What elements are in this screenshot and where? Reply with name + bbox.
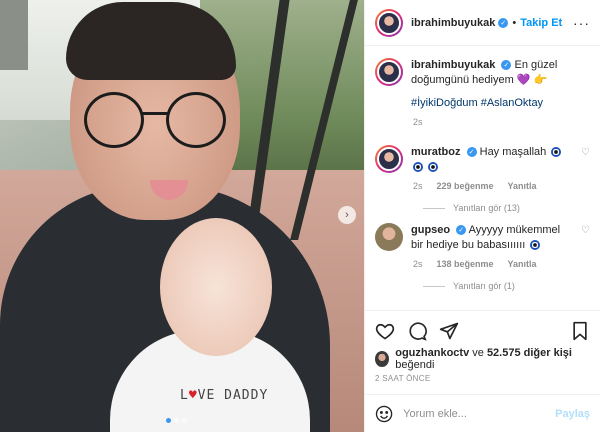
view-replies-label[interactable]: Yanıtları gör (1) [453, 281, 515, 291]
comment-text: Hay maşallah [479, 146, 547, 158]
comment-username[interactable]: gupseo [411, 224, 450, 236]
likes-summary: oguzhankoctv ve 52.575 diğer kişi beğend… [365, 347, 600, 371]
post-sidebar: ibrahimbuyukak ✓ • Takip Et ··· ibrahimb… [364, 0, 600, 432]
evil-eye-icon [413, 162, 423, 173]
photo-glasses [84, 92, 230, 158]
comment-item: gupseo ✓ Ayyyyy mükemmel bir hediye bu b… [375, 223, 590, 253]
carousel-dot [174, 418, 179, 423]
carousel-next-button[interactable]: › [338, 206, 356, 224]
liker-username[interactable]: oguzhankoctv [395, 347, 469, 359]
comment-like-icon[interactable]: ♡ [581, 223, 590, 236]
emoji-icon[interactable] [375, 404, 393, 424]
separator-dot: • [512, 16, 517, 29]
comment-body: muratboz ✓ Hay maşallah [411, 145, 573, 175]
caption-avatar[interactable] [375, 58, 403, 86]
heart-icon[interactable] [375, 321, 395, 341]
caption-username[interactable]: ibrahimbuyukak [411, 59, 495, 71]
bookmark-icon[interactable] [570, 321, 590, 341]
onesie-print: L♥VE DADDY [180, 388, 268, 403]
share-icon[interactable] [439, 321, 459, 341]
comment-time: 2s [413, 259, 423, 269]
comment-list: ibrahimbuyukak ✓ En güzel doğumgünü hedi… [365, 46, 600, 310]
onesie-letter: L [180, 388, 189, 403]
onesie-word: VE DADDY [197, 388, 269, 403]
evil-eye-icon [551, 147, 562, 158]
comment-body: gupseo ✓ Ayyyyy mükemmel bir hediye bu b… [411, 223, 573, 253]
photo-pillar [0, 0, 28, 70]
reply-button[interactable]: Yanıtla [508, 181, 537, 191]
more-options-icon[interactable]: ··· [573, 15, 590, 31]
liker-avatar[interactable] [375, 351, 390, 367]
post-photo[interactable]: L♥VE DADDY › [0, 0, 364, 432]
comment-likes[interactable]: 229 beğenme [437, 181, 494, 191]
pointing-hand-icon: 👉 [533, 74, 548, 86]
caption-hashtags[interactable]: #İyikiDoğdum #AslanOktay [411, 96, 590, 111]
onesie-heart: ♥ [188, 388, 198, 403]
photo-baby-face [160, 218, 272, 356]
glasses-bridge [142, 112, 168, 115]
comment-meta: 2s 229 beğenme Yanıtla [413, 181, 590, 191]
comment-likes[interactable]: 138 beğenme [437, 259, 494, 269]
view-replies[interactable]: Yanıtları gör (1) [423, 281, 590, 291]
purple-heart-icon: 💜 [516, 74, 531, 86]
evil-eye-icon [428, 162, 439, 173]
comment-like-icon[interactable]: ♡ [581, 145, 590, 158]
author-username[interactable]: ibrahimbuyukak [411, 17, 495, 29]
comment-composer: Paylaş [365, 394, 600, 432]
caption: ibrahimbuyukak ✓ En güzel doğumgünü hedi… [375, 58, 590, 111]
verified-badge-icon: ✓ [498, 17, 509, 28]
comment-item: muratboz ✓ Hay maşallah ♡ [375, 145, 590, 175]
verified-badge-icon: ✓ [456, 225, 467, 236]
replies-line [423, 207, 445, 209]
evil-eye-icon [530, 240, 541, 251]
post-header: ibrahimbuyukak ✓ • Takip Et ··· [365, 0, 600, 46]
chevron-right-icon: › [345, 209, 349, 221]
comment-time: 2s [413, 181, 423, 191]
comment-input[interactable] [403, 407, 546, 420]
reply-button[interactable]: Yanıtla [508, 259, 537, 269]
likes-others[interactable]: 52.575 diğer kişi [487, 347, 572, 359]
post-modal: L♥VE DADDY › ibrahimbuyukak ✓ • Takip Et… [0, 0, 600, 432]
replies-line [423, 285, 445, 287]
likes-connector: ve [472, 347, 484, 359]
post-comment-button[interactable]: Paylaş [555, 408, 590, 420]
comment-meta: 2s 138 beğenme Yanıtla [413, 259, 590, 269]
carousel-dot-active [166, 418, 171, 423]
follow-button[interactable]: Takip Et [520, 17, 562, 29]
commenter-avatar[interactable] [375, 223, 403, 251]
comment-username[interactable]: muratboz [411, 146, 461, 158]
carousel-dot [182, 418, 187, 423]
caption-body: ibrahimbuyukak ✓ En güzel doğumgünü hedi… [411, 58, 590, 111]
glasses-lens-right [166, 92, 226, 148]
view-replies[interactable]: Yanıtları gör (13) [423, 203, 590, 213]
action-bar [365, 310, 600, 350]
author-avatar[interactable] [375, 8, 403, 37]
post-age[interactable]: 2 SAAT ÖNCE [365, 368, 600, 394]
glasses-lens-left [84, 92, 144, 148]
comment-icon[interactable] [407, 321, 427, 341]
verified-badge-icon: ✓ [501, 60, 512, 71]
caption-time: 2s [413, 117, 423, 127]
carousel-dots [166, 418, 187, 423]
verified-badge-icon: ✓ [466, 147, 477, 158]
view-replies-label[interactable]: Yanıtları gör (13) [453, 203, 520, 213]
commenter-avatar[interactable] [375, 145, 403, 173]
